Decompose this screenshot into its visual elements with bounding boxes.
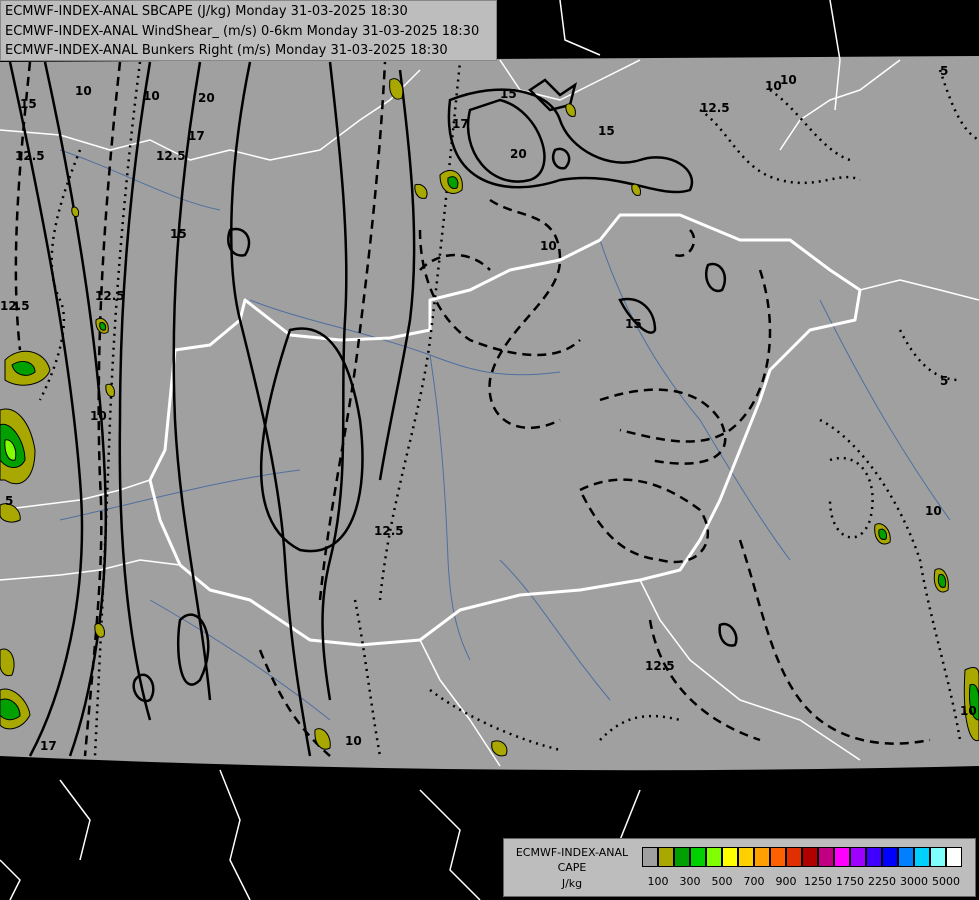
contour-label: 12.5 [645,659,675,673]
contour-label: 10 [540,239,557,253]
contour-label: 17 [188,129,205,143]
contour-label: 15 [500,87,517,101]
contour-label: 17 [452,117,469,131]
legend-title-unit: J/kg [561,877,583,890]
legend-swatch [802,847,818,867]
header-line-bunkers: ECMWF-INDEX-ANAL Bunkers Right (m/s) Mon… [5,43,448,58]
legend-swatch [866,847,882,867]
contour-label: 12.5 [156,149,186,163]
legend-swatch [850,847,866,867]
legend-tick-label: 700 [743,875,765,888]
legend-swatch [706,847,722,867]
legend-tick-label: 500 [711,875,733,888]
contour-label: 10 [75,84,92,98]
header-line-sbcape: ECMWF-INDEX-ANAL SBCAPE (J/kg) Monday 31… [5,4,408,19]
weather-map: 15 10 10 12.5 20 17 12.5 10 15 17 15 12.… [0,0,979,900]
legend-tick-label: 300 [679,875,701,888]
contour-label: 10 [345,734,362,748]
legend-tick-label: 1250 [804,875,832,888]
contour-label: 10 [780,73,797,87]
contour-label: 12.5 [700,101,730,115]
contour-label: 15 [625,317,642,331]
legend-tick-label: 3000 [900,875,928,888]
legend-tick-label: 1750 [836,875,864,888]
legend-tick-label: 900 [775,875,797,888]
legend-swatch [722,847,738,867]
legend-swatch [658,847,674,867]
contour-label: 5 [940,64,948,78]
model-domain [0,56,979,771]
contour-label: 12.5 [0,299,30,313]
legend-swatch [834,847,850,867]
legend-swatch [738,847,754,867]
legend-tick-label: 5000 [932,875,960,888]
map-header: ECMWF-INDEX-ANAL SBCAPE (J/kg) Monday 31… [0,0,497,61]
legend-swatch [946,847,962,867]
contour-label: 12.5 [95,289,125,303]
legend-swatch [914,847,930,867]
contour-label: 15 [170,227,187,241]
legend-swatch [930,847,946,867]
cape-legend: ECMWF-INDEX-ANAL CAPE J/kg 100 300 500 700 9… [503,838,976,897]
legend-swatch [690,847,706,867]
legend-tick-label: 100 [647,875,669,888]
legend-swatch [818,847,834,867]
contour-label: 12.5 [15,149,45,163]
contour-label: 15 [598,124,615,138]
contour-label: 10 [925,504,942,518]
contour-label: 20 [198,91,215,105]
header-line-windshear: ECMWF-INDEX-ANAL WindShear_ (m/s) 0-6km … [5,24,480,39]
legend-swatch [674,847,690,867]
contour-label: 10 [960,704,977,718]
legend-title-param: CAPE [557,861,587,874]
legend-tick-label: 2250 [868,875,896,888]
legend-swatch [786,847,802,867]
legend-swatch [754,847,770,867]
contour-label: 5 [940,374,948,388]
legend-swatch [882,847,898,867]
legend-title-source: ECMWF-INDEX-ANAL [515,846,629,859]
contour-label: 5 [5,494,13,508]
contour-label: 15 [20,97,37,111]
legend-swatch [770,847,786,867]
legend-swatch [898,847,914,867]
contour-label: 20 [510,147,527,161]
contour-label: 17 [40,739,57,753]
contour-label: 10 [90,409,107,423]
contour-label: 12.5 [374,524,404,538]
legend-swatch [642,847,658,867]
contour-label: 10 [143,89,160,103]
